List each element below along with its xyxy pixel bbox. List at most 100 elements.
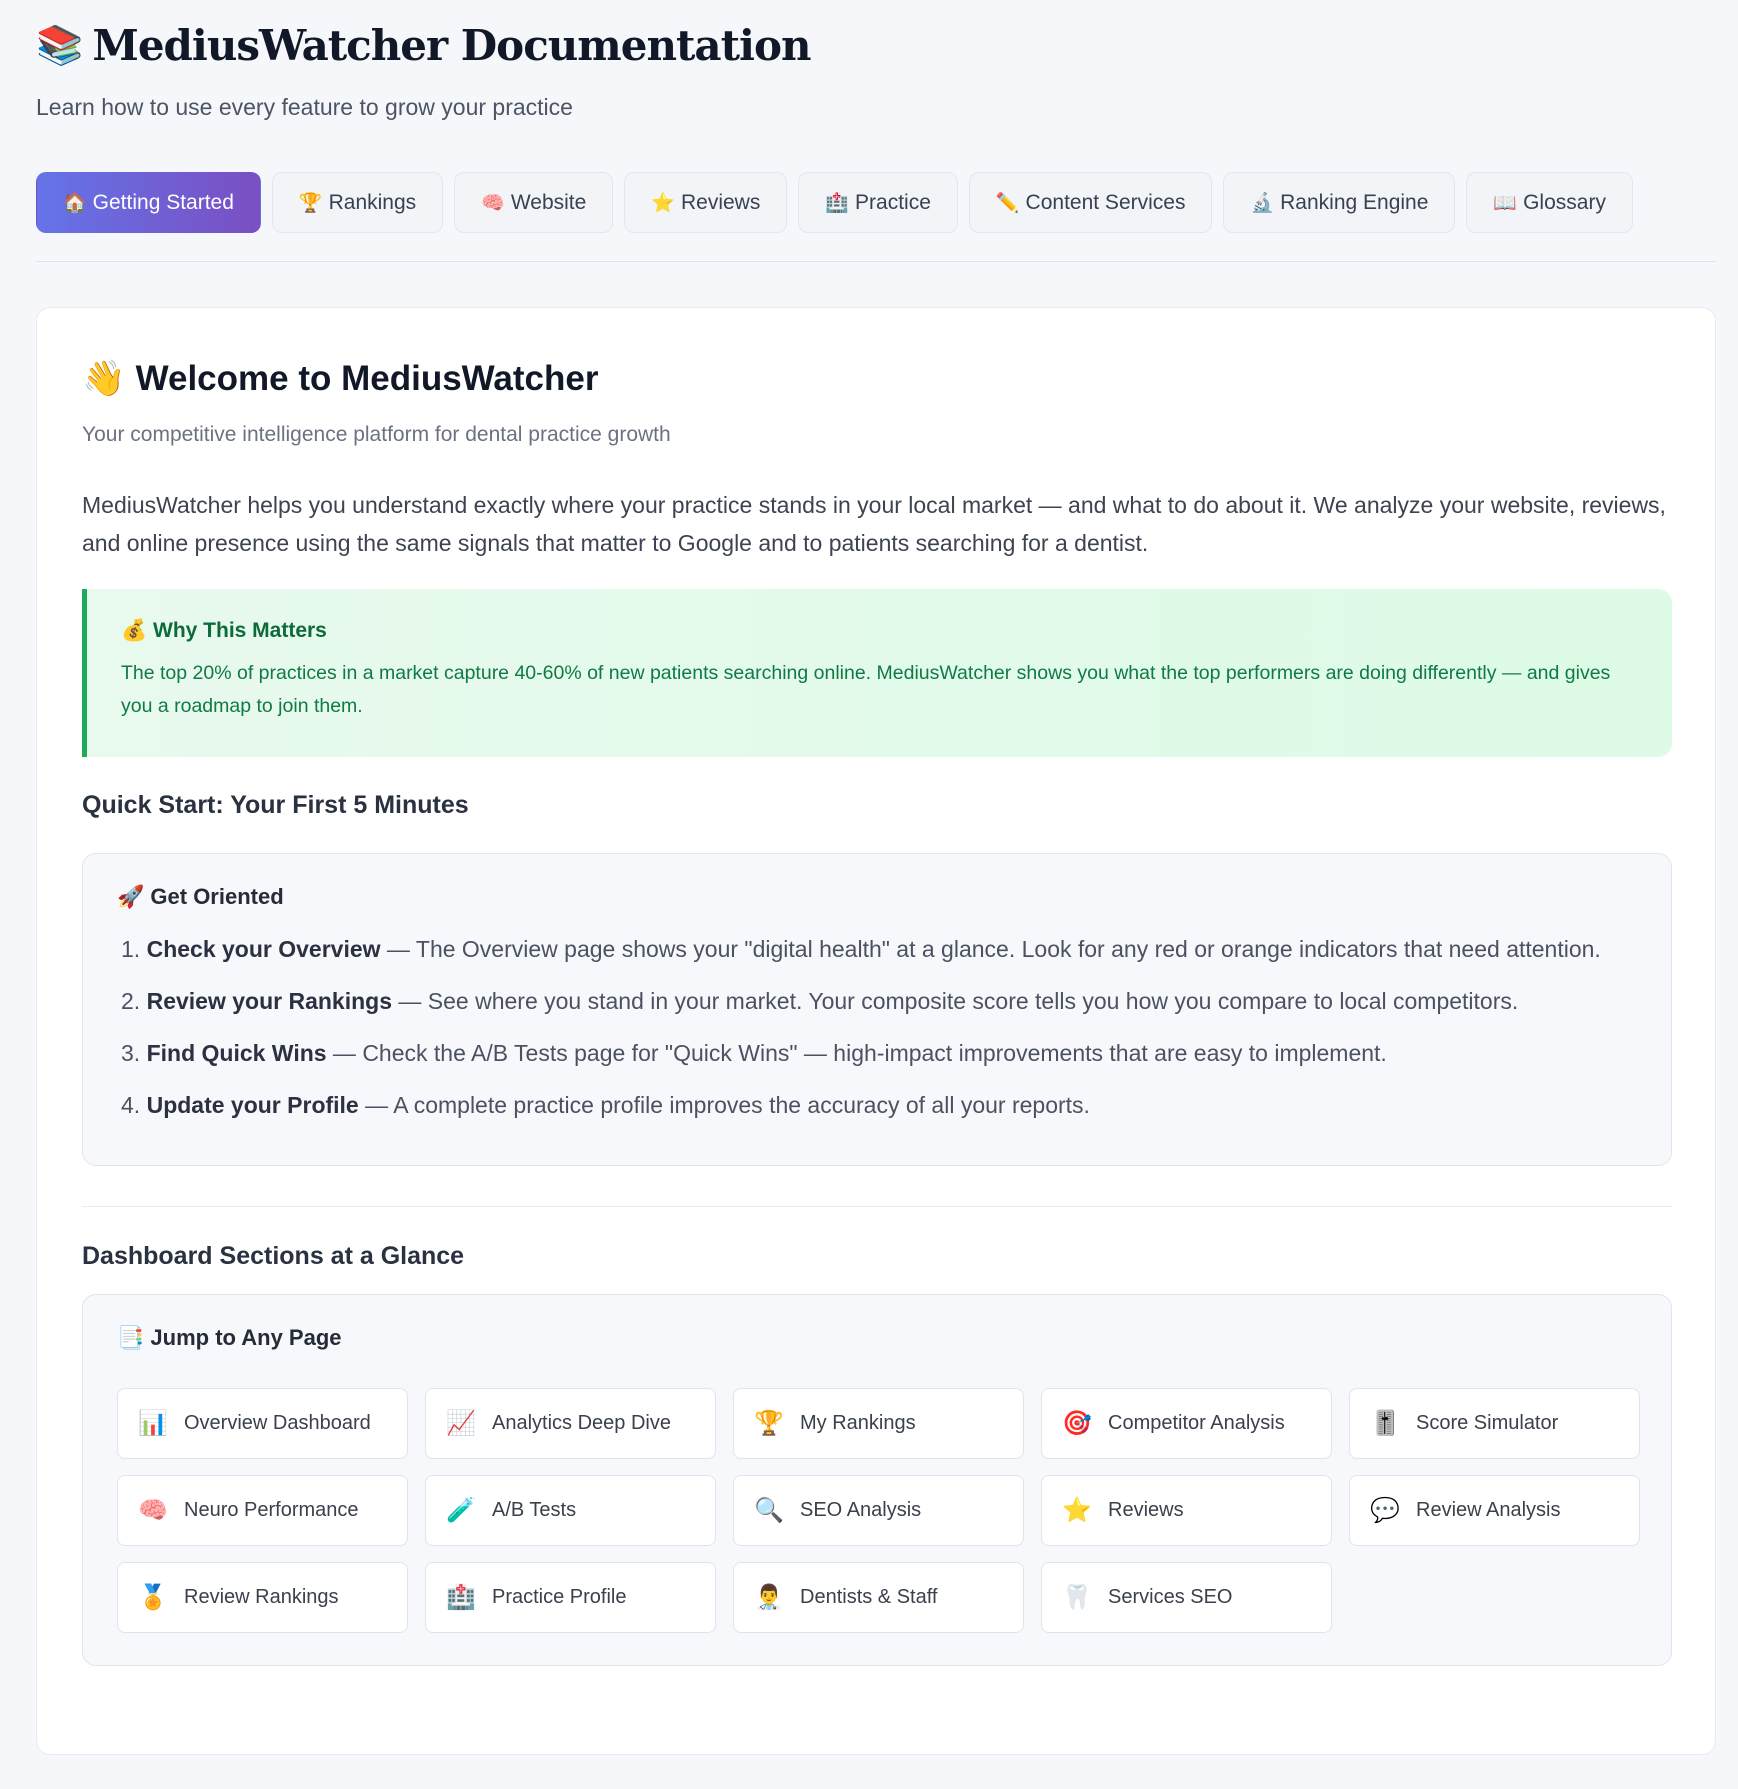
tab-content-services[interactable]: ✏️ Content Services [968,172,1213,233]
dashboard-sections-heading: Dashboard Sections at a Glance [82,1242,465,1270]
tab-glossary[interactable]: 📖 Glossary [1466,172,1633,233]
quick-start-step: 3. Find Quick Wins — Check the A/B Tests… [121,1040,1601,1092]
waving-hand-icon: 👋 [82,359,126,398]
star-icon: ⭐ [1062,1497,1092,1524]
jump-to-page-panel: 📑 Jump to Any Page 📊 Overview Dashboard 📈 A… [82,1294,1672,1666]
tab-label: Ranking Engine [1280,190,1429,214]
page-link-analytics-deep-dive[interactable]: 📈 Analytics Deep Dive [425,1388,716,1459]
why-this-matters-callout: 💰 Why This Matters The top 20% of practi… [82,589,1672,757]
page-link-label: Dentists & Staff [800,1586,938,1608]
get-oriented-panel: 🚀 Get Oriented 1. Check your Overview — … [82,853,1672,1166]
tabs-divider [36,261,1716,262]
page-link-my-rankings[interactable]: 🏆 My Rankings [733,1388,1024,1459]
page-link-label: Practice Profile [492,1586,627,1608]
step-text: — The Overview page shows your "digital … [380,936,1601,962]
quick-start-heading: Quick Start: Your First 5 Minutes [82,791,469,819]
step-number: 1. [121,936,141,962]
page-link-competitor-analysis[interactable]: 🎯 Competitor Analysis [1041,1388,1332,1459]
page-link-a-b-tests[interactable]: 🧪 A/B Tests [425,1475,716,1546]
page-link-label: Score Simulator [1416,1412,1559,1434]
pencil-icon: ✏️ [995,192,1020,214]
page-link-label: Overview Dashboard [184,1412,371,1434]
slider-icon: 🎚️ [1370,1410,1400,1437]
rocket-icon: 🚀 [117,884,145,909]
page-link-label: Competitor Analysis [1108,1412,1285,1434]
tab-reviews[interactable]: ⭐ Reviews [624,172,788,233]
page-link-label: Neuro Performance [184,1499,359,1521]
page-link-review-analysis[interactable]: 💬 Review Analysis [1349,1475,1640,1546]
page-link-label: A/B Tests [492,1499,577,1521]
welcome-subtitle: Your competitive intelligence platform f… [82,423,671,446]
tab-ranking-engine[interactable]: 🔬 Ranking Engine [1223,172,1456,233]
step-number: 2. [121,988,141,1014]
trophy-icon: 🏆 [298,192,323,214]
get-oriented-title: 🚀 Get Oriented [117,884,284,909]
step-title: Review your Rankings [146,988,392,1014]
page-link-dentists-staff[interactable]: 👨‍⚕️ Dentists & Staff [733,1562,1024,1633]
hospital-icon: 🏥 [446,1584,476,1611]
intro-paragraph: MediusWatcher helps you understand exact… [82,492,1666,556]
page-link-practice-profile[interactable]: 🏥 Practice Profile [425,1562,716,1633]
microscope-icon: 🔬 [1250,192,1275,214]
house-icon: 🏠 [63,192,87,214]
callout-title: 💰 Why This Matters [121,619,327,642]
magnifier-icon: 🔍 [754,1497,784,1524]
open-book-icon: 📖 [1493,192,1518,214]
hospital-icon: 🏥 [825,192,850,214]
bookmark-tabs-icon: 📑 [117,1325,145,1350]
trend-chart-icon: 📈 [446,1410,476,1437]
page-link-seo-analysis[interactable]: 🔍 SEO Analysis [733,1475,1024,1546]
page-subtitle: Learn how to use every feature to grow y… [36,94,573,120]
section-divider [82,1206,1672,1207]
tab-practice[interactable]: 🏥 Practice [798,172,958,233]
test-tube-icon: 🧪 [446,1497,476,1524]
quick-start-step: 2. Review your Rankings — See where you … [121,988,1601,1040]
docs-tabs: 🏠 Getting Started 🏆 Rankings 🧠 Website ⭐ Review… [36,172,1633,233]
page-link-neuro-performance[interactable]: 🧠 Neuro Performance [117,1475,408,1546]
tab-website[interactable]: 🧠 Website [454,172,614,233]
page-link-reviews[interactable]: ⭐ Reviews [1041,1475,1332,1546]
medal-icon: 🏅 [138,1584,168,1611]
page-link-services-seo[interactable]: 🦷 Services SEO [1041,1562,1332,1633]
speech-bubble-icon: 💬 [1370,1497,1400,1524]
tab-label: Website [510,190,587,214]
page-link-review-rankings[interactable]: 🏅 Review Rankings [117,1562,408,1633]
page-link-label: Review Rankings [184,1586,339,1608]
tab-label: Reviews [680,190,761,214]
target-icon: 🎯 [1062,1410,1092,1437]
bar-chart-icon: 📊 [138,1410,168,1437]
page-link-label: Services SEO [1108,1586,1233,1608]
tab-label: Glossary [1523,190,1606,214]
quick-start-step: 4. Update your Profile — A complete prac… [121,1092,1601,1144]
page-link-label: My Rankings [800,1412,916,1434]
quick-start-step: 1. Check your Overview — The Overview pa… [121,936,1601,988]
tab-label: Practice [855,190,931,214]
callout-body: The top 20% of practices in a market cap… [121,662,1611,717]
tab-label: Content Services [1025,190,1186,214]
tab-rankings[interactable]: 🏆 Rankings [271,172,444,233]
page-link-score-simulator[interactable]: 🎚️ Score Simulator [1349,1388,1640,1459]
step-number: 3. [121,1040,141,1066]
tab-getting-started[interactable]: 🏠 Getting Started [36,172,261,233]
page-link-label: SEO Analysis [800,1499,922,1521]
trophy-icon: 🏆 [754,1410,784,1437]
money-bag-icon: 💰 [121,619,148,642]
doctor-icon: 👨‍⚕️ [754,1584,784,1611]
getting-started-card: 👋 Welcome to MediusWatcher Your competit… [36,307,1716,1755]
step-title: Update your Profile [146,1092,359,1118]
step-title: Find Quick Wins [146,1040,327,1066]
step-text: — A complete practice profile improves t… [358,1092,1090,1118]
books-icon: 📚 [36,22,83,67]
tab-label: Rankings [328,190,417,214]
page-link-overview-dashboard[interactable]: 📊 Overview Dashboard [117,1388,408,1459]
brain-icon: 🧠 [138,1497,168,1524]
step-text: — Check the A/B Tests page for "Quick Wi… [326,1040,1387,1066]
jump-to-page-title: 📑 Jump to Any Page [117,1325,342,1350]
step-number: 4. [121,1092,141,1118]
page-link-label: Review Analysis [1416,1499,1561,1521]
page-link-label: Analytics Deep Dive [492,1412,671,1434]
step-text: — See where you stand in your market. Yo… [392,988,1519,1014]
page-link-label: Reviews [1108,1499,1184,1521]
page-links-grid: 📊 Overview Dashboard 📈 Analytics Deep Dive 🏆… [117,1388,1640,1633]
page-title: 📚 MediusWatcher Documentation [36,20,812,70]
